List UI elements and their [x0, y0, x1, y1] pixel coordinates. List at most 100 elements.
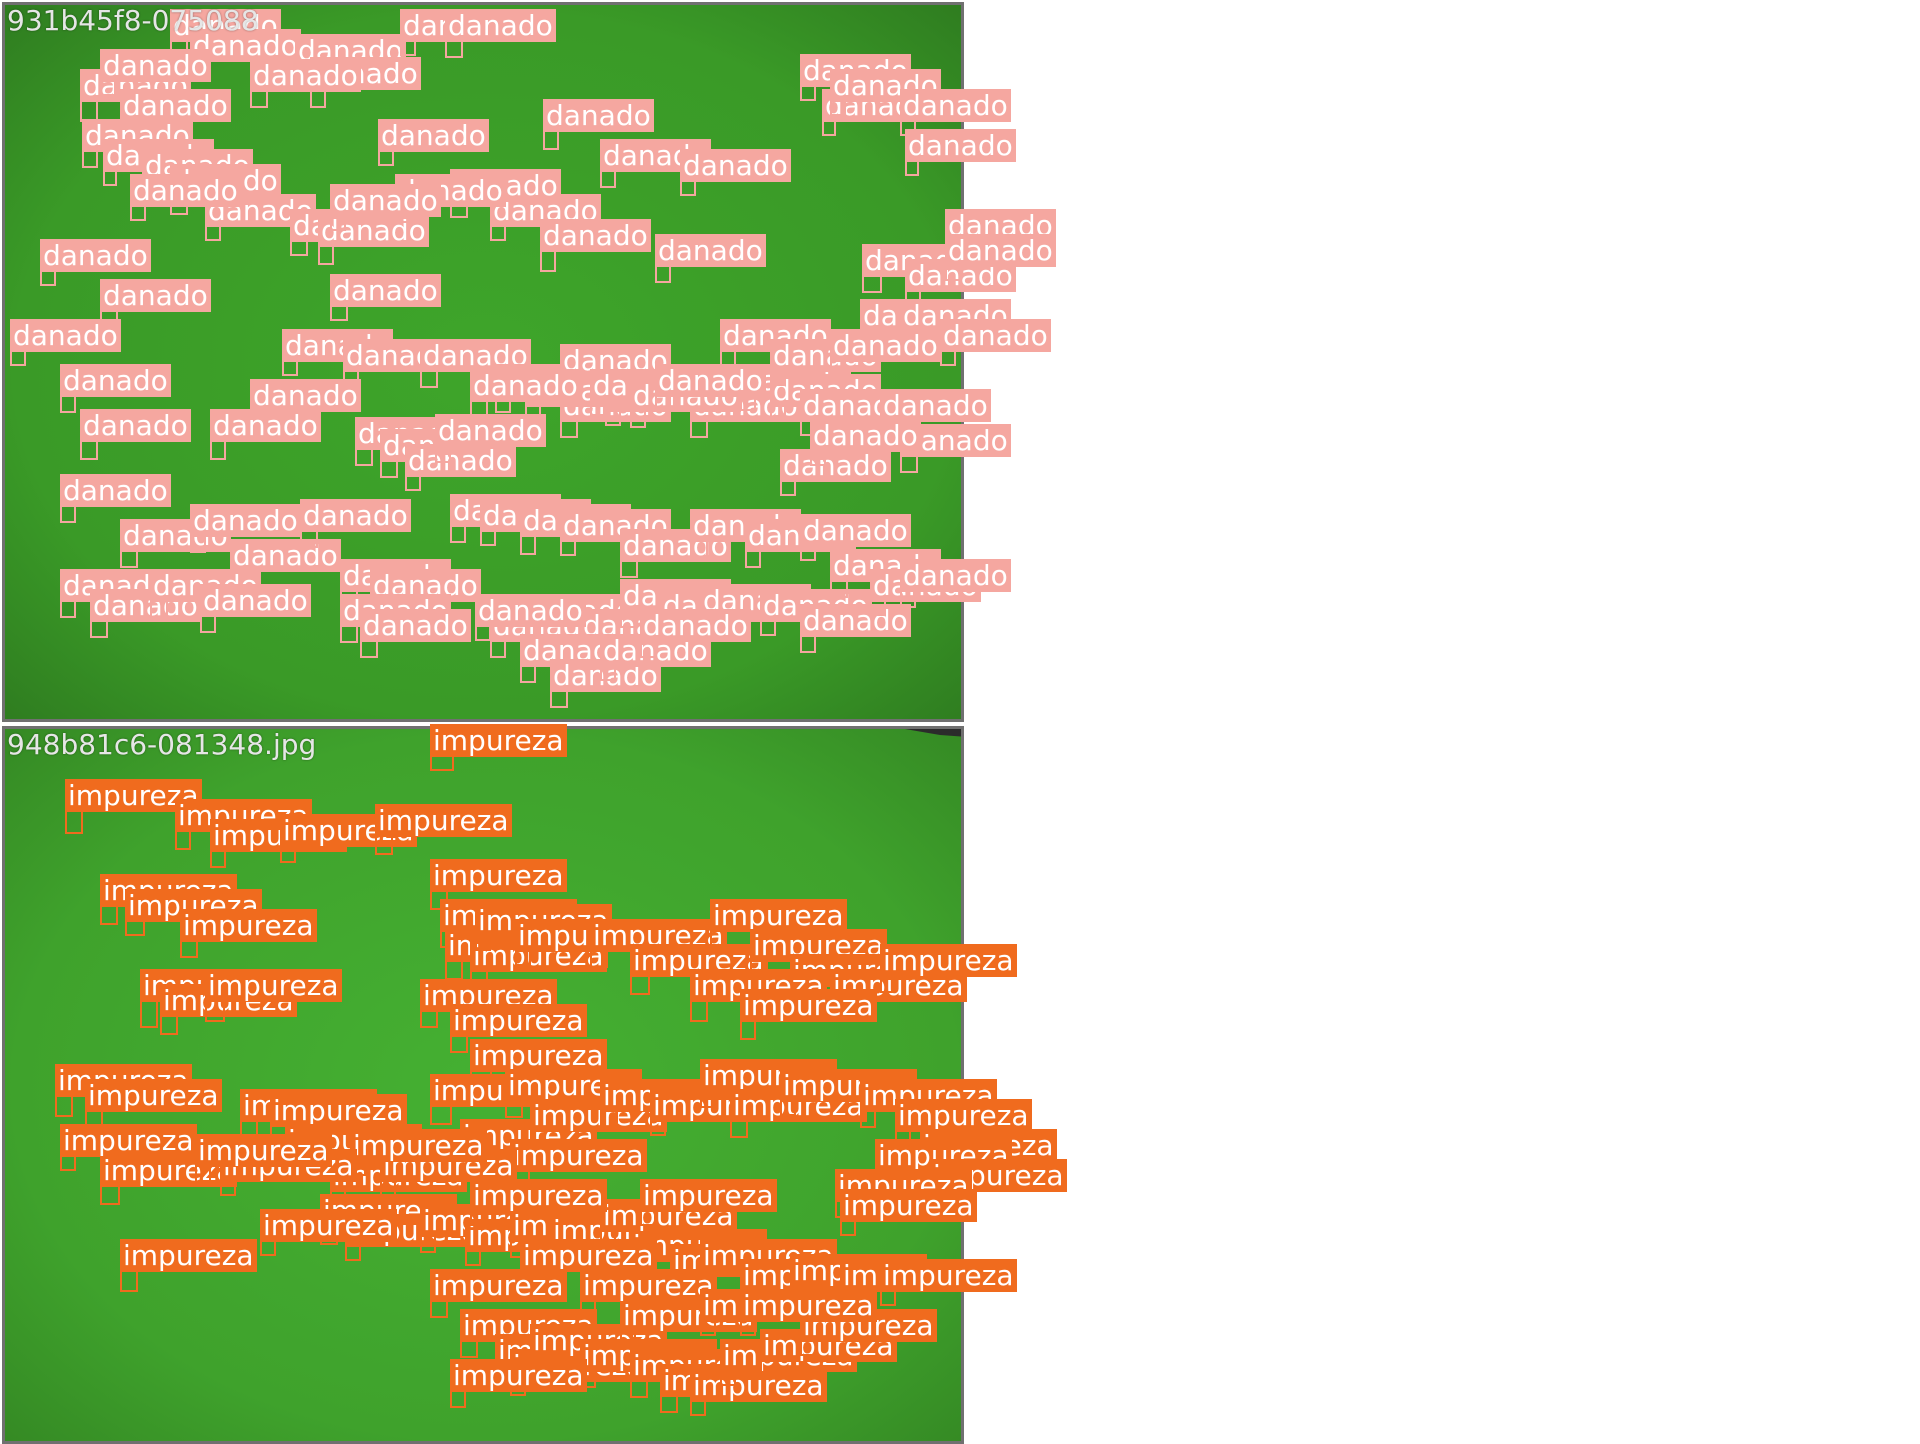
detection-danado-27: danado	[60, 364, 171, 413]
bounding-box	[650, 1120, 666, 1136]
detection-danado-95: danado	[330, 184, 441, 231]
bounding-box	[380, 1180, 396, 1198]
detection-impureza-25: impureza	[690, 969, 827, 1022]
bounding-box	[180, 940, 198, 958]
class-label: danado	[60, 474, 171, 507]
class-label: danado	[250, 59, 361, 92]
detection-danado-15: danado	[490, 194, 601, 241]
bounding-box	[800, 545, 816, 561]
bounding-box	[560, 540, 576, 556]
bounding-box	[870, 600, 886, 616]
detection-danado-49: danado	[480, 499, 591, 546]
detection-danado-47: danado	[900, 424, 1011, 473]
detection-danado-6: danado	[82, 119, 193, 168]
detection-impureza-20: impureza	[710, 899, 847, 946]
detection-impureza-3: impureza	[280, 814, 417, 863]
class-label: danado	[210, 409, 321, 442]
class-label: impureza	[260, 1209, 397, 1242]
bounding-box	[100, 1185, 120, 1205]
class-label: danado	[230, 539, 341, 572]
class-label: danado	[540, 219, 651, 252]
detection-danado-78: danado	[340, 594, 451, 643]
bounding-box	[480, 530, 496, 546]
bounding-box	[600, 170, 616, 188]
detection-danado-12: danado	[318, 214, 429, 265]
detection-impureza-78: impureza	[760, 1329, 897, 1378]
detection-danado-50: danado	[520, 504, 631, 555]
bounding-box	[60, 395, 76, 413]
detection-impureza-43: impureza	[650, 1089, 787, 1136]
bounding-box	[405, 475, 421, 491]
detection-danado-28: danado	[330, 274, 441, 321]
detection-impureza-80: impureza	[620, 1299, 757, 1346]
detection-danado-104: danado	[900, 89, 1011, 136]
detection-impureza-4: impureza	[375, 804, 512, 855]
class-label: danado	[655, 364, 766, 397]
bounding-box	[655, 395, 671, 411]
detection-danado-81: danado	[520, 634, 631, 683]
class-label: impureza	[450, 1359, 587, 1392]
bounding-box	[520, 535, 536, 555]
detection-danado-80: danado	[475, 594, 586, 641]
detection-danado-98: danado	[100, 49, 211, 96]
bounding-box	[760, 620, 776, 636]
detection-danado-36: danado	[380, 429, 491, 478]
detection-impureza-17: impureza	[515, 919, 652, 966]
bounding-box	[450, 1035, 468, 1053]
detection-impureza-14: impureza	[445, 929, 582, 980]
bounding-box	[125, 920, 145, 936]
detection-danado-56: danado	[60, 474, 171, 523]
class-label: danado	[200, 584, 311, 617]
bounding-box	[55, 1095, 73, 1117]
class-label: impureza	[470, 1179, 607, 1212]
detection-danado-100: danado	[445, 9, 556, 58]
detection-danado-40: danado	[560, 389, 671, 438]
detection-impureza-18: impureza	[590, 919, 727, 968]
detection-danado-54: danado	[745, 519, 856, 568]
class-label: impureza	[450, 1004, 587, 1037]
detection-danado-66: danado	[620, 579, 731, 628]
bounding-box	[340, 625, 358, 643]
bounding-box	[205, 225, 221, 241]
class-label: danado	[945, 234, 1056, 267]
bounding-box	[940, 350, 956, 366]
detection-danado-69: danado	[760, 589, 871, 636]
bounding-box	[680, 180, 696, 196]
class-label: danado	[655, 234, 766, 267]
class-label: impureza	[180, 909, 317, 942]
bounding-box	[730, 1120, 748, 1138]
bounding-box	[515, 950, 531, 966]
detection-impureza-81: impureza	[580, 1269, 717, 1316]
class-label: impureza	[195, 1134, 332, 1167]
bounding-box	[450, 525, 466, 543]
class-label: danado	[120, 89, 231, 122]
bounding-box	[490, 225, 506, 241]
detection-impureza-10: impureza	[160, 984, 297, 1035]
detection-danado-25: danado	[10, 319, 121, 366]
detection-danado-92: danado	[600, 139, 711, 188]
detection-danado-60: danado	[300, 499, 411, 548]
detection-danado-88: danado	[780, 449, 891, 496]
bounding-box	[360, 640, 378, 658]
class-label: danado	[250, 379, 361, 412]
detection-danado-18: danado	[822, 89, 933, 136]
bounding-box	[345, 1245, 361, 1261]
bounding-box	[840, 1220, 856, 1236]
detection-impureza-9: impureza	[140, 969, 277, 1028]
bounding-box	[290, 240, 308, 256]
detection-impureza-90: impureza	[260, 1209, 397, 1256]
bounding-box	[600, 1230, 616, 1246]
class-label: danado	[360, 609, 471, 642]
detection-danado-19: danado	[905, 129, 1016, 176]
detection-danado-102: danado	[800, 54, 911, 101]
bounding-box	[800, 85, 816, 101]
bounding-box	[190, 535, 206, 553]
detection-impureza-54: impureza	[100, 1154, 237, 1205]
bounding-box	[600, 665, 616, 681]
bounding-box	[620, 610, 636, 628]
detection-impureza-42: impureza	[600, 1079, 737, 1128]
bounding-box	[900, 590, 916, 608]
class-label: impureza	[640, 1179, 777, 1212]
bounding-box	[580, 1300, 596, 1316]
bounding-box	[470, 400, 488, 418]
